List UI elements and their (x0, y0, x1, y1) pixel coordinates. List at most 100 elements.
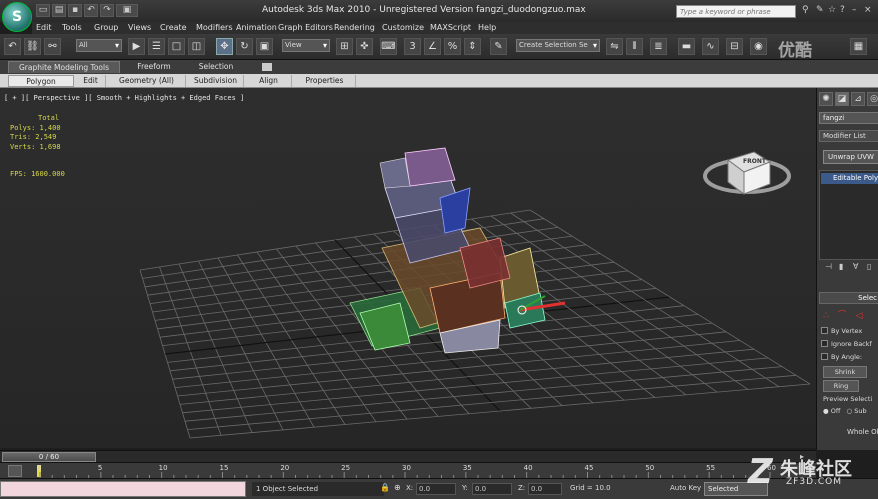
menu-help[interactable]: Help (478, 22, 496, 34)
rect-selection-icon[interactable]: □ (168, 38, 185, 55)
select-object-icon[interactable]: ▶ (128, 38, 145, 55)
minimize-icon[interactable]: – (852, 5, 862, 17)
menu-graph-editors[interactable]: Graph Editors (278, 22, 333, 34)
time-slider[interactable]: 0 / 60 ▸ (0, 450, 816, 462)
graphite-toggle-icon[interactable]: ▬ (678, 38, 695, 55)
curve-editor-icon[interactable]: ∿ (702, 38, 719, 55)
maxscript-listener-field[interactable] (0, 481, 246, 497)
menu-modifiers[interactable]: Modifiers (196, 22, 233, 34)
render-icon[interactable]: ▦ (850, 38, 867, 55)
by-angle-checkbox[interactable]: By Angle: (821, 353, 862, 361)
menu-views[interactable]: Views (128, 22, 151, 34)
named-selection-sets-dropdown[interactable]: Create Selection Se (516, 39, 600, 52)
mirror-icon[interactable]: ⇋ (606, 38, 623, 55)
stack-item-editable-poly[interactable]: Editable Poly (821, 173, 878, 184)
motion-tab-icon[interactable]: ◎ (867, 92, 878, 106)
auto-key-button[interactable]: Auto Key (670, 484, 701, 492)
menu-create[interactable]: Create (160, 22, 187, 34)
panel-align[interactable]: Align (246, 75, 292, 87)
tab-graphite-modeling-tools[interactable]: Graphite Modeling Tools (8, 61, 120, 73)
time-slider-thumb[interactable]: 0 / 60 (2, 452, 96, 462)
menu-customize[interactable]: Customize (382, 22, 424, 34)
open-file-icon[interactable]: ▤ (52, 4, 66, 17)
material-editor-icon[interactable]: ◉ (750, 38, 767, 55)
manipulate-icon[interactable]: ✜ (356, 38, 373, 55)
absolute-mode-icon[interactable]: ⊕ (394, 483, 404, 494)
preview-off-radio[interactable]: ● Off ○ Sub (823, 407, 867, 415)
menu-rendering[interactable]: Rendering (334, 22, 375, 34)
panel-geometry-all[interactable]: Geometry (All) (108, 75, 186, 87)
favorites-icon[interactable]: ☆ (828, 5, 838, 17)
keyboard-shortcut-icon[interactable]: ⌨ (380, 38, 397, 55)
panel-properties[interactable]: Properties (294, 75, 356, 87)
spinner-snap-icon[interactable]: ⇕ (464, 38, 481, 55)
scale-icon[interactable]: ▣ (256, 38, 273, 55)
layer-manager-icon[interactable]: ≣ (650, 38, 667, 55)
subobject-level-icons[interactable]: ∴ ⌒ ◁ (823, 308, 865, 321)
panel-polygon-modeling[interactable]: Polygon Modeling (8, 75, 74, 98)
help-icon[interactable]: ? (840, 5, 850, 17)
y-coordinate-field[interactable]: 0.0 (472, 483, 512, 495)
viewcube-front-label[interactable]: FRONT (743, 158, 766, 165)
undo-button[interactable]: ↶ (4, 38, 21, 55)
by-vertex-checkbox[interactable]: By Vertex (821, 327, 862, 335)
move-icon[interactable]: ✥ (216, 38, 233, 55)
reference-coord-dropdown[interactable]: View (282, 39, 330, 52)
unwrap-uvw-button[interactable]: Unwrap UVW (823, 150, 878, 164)
rotate-icon[interactable]: ↻ (236, 38, 253, 55)
modify-tab-icon[interactable]: ◪ (835, 92, 849, 106)
remove-modifier-icon[interactable]: ▯ (867, 262, 871, 271)
panel-subdivision[interactable]: Subdivision (188, 75, 244, 87)
menu-animation[interactable]: Animation (236, 22, 277, 34)
modifier-list-dropdown[interactable]: Modifier List (819, 130, 878, 142)
pin-stack-icon[interactable]: ⊣ (825, 262, 832, 271)
snaps-toggle-icon[interactable]: 3 (404, 38, 421, 55)
object-name-field[interactable]: fangzi (819, 112, 878, 124)
scene-model[interactable] (349, 147, 566, 354)
x-coordinate-field[interactable]: 0.0 (416, 483, 456, 495)
viewport-label[interactable]: [ + ][ Perspective ][ Smooth + Highlight… (4, 94, 244, 102)
unlink-icon[interactable]: ⚯ (44, 38, 61, 55)
select-by-name-icon[interactable]: ☰ (148, 38, 165, 55)
menu-edit[interactable]: Edit (36, 22, 52, 34)
menu-group[interactable]: Group (94, 22, 118, 34)
ribbon-minimize-icon[interactable] (262, 63, 272, 71)
percent-snap-icon[interactable]: % (444, 38, 461, 55)
make-unique-icon[interactable]: ∀ (853, 262, 858, 271)
perspective-viewport[interactable]: [ + ][ Perspective ][ Smooth + Highlight… (0, 88, 816, 448)
app-logo[interactable]: S (2, 2, 32, 32)
tab-freeform[interactable]: Freeform (124, 61, 184, 73)
shrink-button[interactable]: Shrink (823, 366, 867, 378)
ring-button[interactable]: Ring (823, 380, 859, 392)
track-bar[interactable]: 0 5 10 15 20 25 30 35 40 45 50 55 60 (0, 462, 816, 479)
panel-edit[interactable]: Edit (76, 75, 106, 87)
selection-filter-dropdown[interactable]: All (76, 39, 122, 52)
ignore-backfacing-checkbox[interactable]: Ignore Backf (821, 340, 872, 348)
selection-lock-icon[interactable]: 🔒 (380, 483, 390, 494)
new-file-icon[interactable]: ▭ (36, 4, 50, 17)
angle-snap-icon[interactable]: ∠ (424, 38, 441, 55)
align-icon[interactable]: ⫴ (626, 38, 643, 55)
selection-rollout-header[interactable]: Selec (819, 292, 878, 304)
communication-center-icon[interactable]: ✎ (816, 5, 826, 17)
tab-selection[interactable]: Selection (188, 61, 244, 73)
menu-tools[interactable]: Tools (62, 22, 82, 34)
viewcube[interactable] (702, 130, 792, 202)
save-file-icon[interactable]: ▪ (68, 4, 82, 17)
schematic-view-icon[interactable]: ⊟ (726, 38, 743, 55)
pivot-center-icon[interactable]: ⊞ (336, 38, 353, 55)
edit-named-selection-icon[interactable]: ✎ (490, 38, 507, 55)
create-tab-icon[interactable]: ✺ (819, 92, 833, 106)
z-coordinate-field[interactable]: 0.0 (528, 483, 562, 495)
hierarchy-tab-icon[interactable]: ⊿ (851, 92, 865, 106)
search-icon[interactable]: ⚲ (802, 5, 812, 17)
show-end-result-icon[interactable]: ▮ (839, 262, 843, 271)
project-folder-icon[interactable]: ▣ (116, 4, 138, 17)
menu-maxscript[interactable]: MAXScript (430, 22, 471, 34)
redo-icon[interactable]: ↷ (100, 4, 114, 17)
search-input[interactable]: Type a keyword or phrase (676, 5, 796, 18)
undo-icon[interactable]: ↶ (84, 4, 98, 17)
close-icon[interactable]: × (864, 5, 874, 17)
select-link-icon[interactable]: ⛓ (24, 38, 41, 55)
window-crossing-icon[interactable]: ◫ (188, 38, 205, 55)
